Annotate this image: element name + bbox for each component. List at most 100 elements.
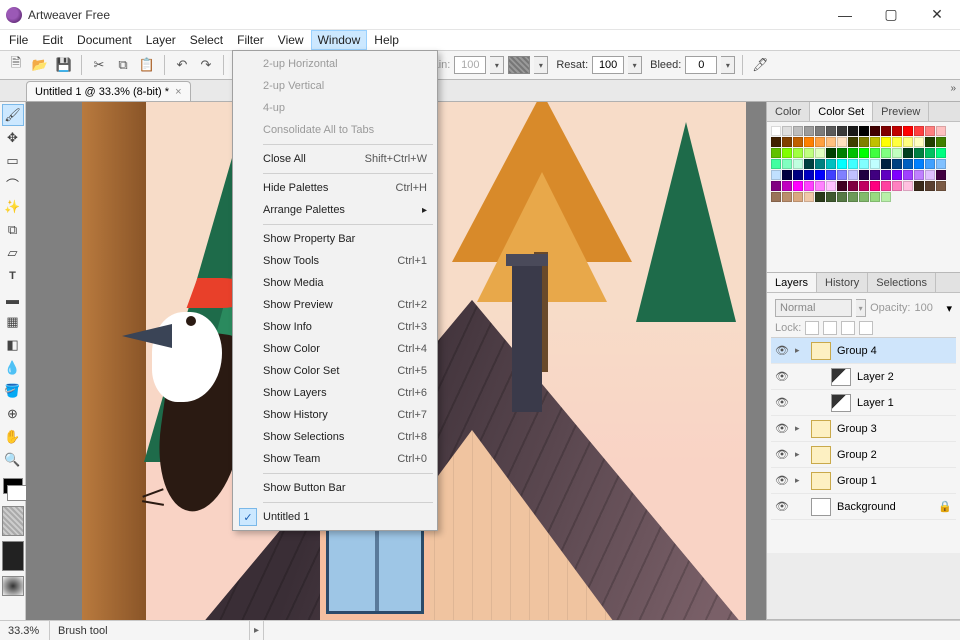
color-swatch[interactable] bbox=[892, 148, 902, 158]
color-swatch[interactable] bbox=[804, 126, 814, 136]
layer-row[interactable]: 👁▸Group 1 bbox=[771, 468, 956, 494]
lasso-tool[interactable]: ⌒ bbox=[2, 173, 24, 195]
tab-color[interactable]: Color bbox=[767, 102, 810, 121]
color-swatch[interactable] bbox=[892, 181, 902, 191]
cut-button[interactable]: ✂ bbox=[89, 55, 109, 75]
move-tool[interactable]: ✥ bbox=[2, 127, 24, 149]
color-swatch[interactable] bbox=[870, 137, 880, 147]
menu-item-show-history[interactable]: Show HistoryCtrl+7 bbox=[235, 404, 435, 426]
color-swatch[interactable] bbox=[914, 170, 924, 180]
layer-opacity-value[interactable]: 100 bbox=[914, 302, 942, 314]
visibility-toggle[interactable]: 👁 bbox=[775, 500, 789, 513]
pattern-preset-swatch[interactable] bbox=[2, 576, 24, 596]
color-swatch[interactable] bbox=[771, 148, 781, 158]
color-swatch[interactable] bbox=[925, 137, 935, 147]
color-swatch[interactable] bbox=[826, 170, 836, 180]
color-swatch[interactable] bbox=[892, 159, 902, 169]
menu-item-show-tools[interactable]: Show ToolsCtrl+1 bbox=[235, 250, 435, 272]
brush-tool[interactable]: 🖌 bbox=[2, 104, 24, 126]
color-swatch[interactable] bbox=[815, 126, 825, 136]
color-swatch[interactable] bbox=[848, 192, 858, 202]
color-swatch[interactable] bbox=[793, 181, 803, 191]
menu-item-show-info[interactable]: Show InfoCtrl+3 bbox=[235, 316, 435, 338]
color-swatch[interactable] bbox=[793, 148, 803, 158]
color-swatch[interactable] bbox=[892, 126, 902, 136]
text-tool[interactable]: T bbox=[2, 265, 24, 287]
color-swatch[interactable] bbox=[870, 192, 880, 202]
color-swatch[interactable] bbox=[903, 181, 913, 191]
tab-selections[interactable]: Selections bbox=[868, 273, 936, 292]
resat-dropdown[interactable]: ▾ bbox=[628, 56, 642, 74]
color-swatch[interactable] bbox=[903, 126, 913, 136]
tab-preview[interactable]: Preview bbox=[873, 102, 929, 121]
layer-row[interactable]: 👁▸Group 4 bbox=[771, 338, 956, 364]
color-swatch[interactable] bbox=[936, 170, 946, 180]
color-swatch[interactable] bbox=[793, 170, 803, 180]
expand-toggle[interactable]: ▸ bbox=[795, 345, 805, 356]
menu-item-show-selections[interactable]: Show SelectionsCtrl+8 bbox=[235, 426, 435, 448]
crop-tool[interactable]: ⧉ bbox=[2, 219, 24, 241]
layer-row[interactable]: 👁Layer 2 bbox=[771, 364, 956, 390]
shape-tool[interactable]: ▬ bbox=[2, 288, 24, 310]
visibility-toggle[interactable]: 👁 bbox=[775, 396, 789, 409]
color-swatch[interactable] bbox=[859, 170, 869, 180]
color-swatch[interactable] bbox=[925, 159, 935, 169]
color-swatch[interactable] bbox=[782, 137, 792, 147]
menu-filter[interactable]: Filter bbox=[230, 30, 271, 50]
color-swatch[interactable] bbox=[925, 170, 935, 180]
color-swatch[interactable] bbox=[870, 181, 880, 191]
layer-row[interactable]: 👁▸Group 2 bbox=[771, 442, 956, 468]
minimize-button[interactable]: — bbox=[822, 0, 868, 30]
color-swatch[interactable] bbox=[793, 126, 803, 136]
tab-color-set[interactable]: Color Set bbox=[810, 102, 873, 121]
color-swatch[interactable] bbox=[804, 181, 814, 191]
menu-item-show-preview[interactable]: Show PreviewCtrl+2 bbox=[235, 294, 435, 316]
menu-layer[interactable]: Layer bbox=[139, 30, 183, 50]
color-swatch[interactable] bbox=[859, 137, 869, 147]
color-swatch[interactable] bbox=[815, 170, 825, 180]
color-swatch[interactable] bbox=[859, 126, 869, 136]
save-file-button[interactable]: 💾 bbox=[54, 55, 74, 75]
color-swatch[interactable] bbox=[793, 137, 803, 147]
menu-item-show-button-bar[interactable]: Show Button Bar bbox=[235, 477, 435, 499]
zoom-tool[interactable]: 🔍 bbox=[2, 449, 24, 471]
color-swatch[interactable] bbox=[870, 148, 880, 158]
blend-mode-select[interactable]: Normal bbox=[775, 299, 852, 317]
color-swatch[interactable] bbox=[914, 181, 924, 191]
color-swatch[interactable] bbox=[826, 181, 836, 191]
color-swatch[interactable] bbox=[826, 126, 836, 136]
color-swatch[interactable] bbox=[848, 170, 858, 180]
visibility-toggle[interactable]: 👁 bbox=[775, 422, 789, 435]
color-swatch[interactable] bbox=[826, 148, 836, 158]
magic-wand-tool[interactable]: ✨ bbox=[2, 196, 24, 218]
hand-tool[interactable]: ✋ bbox=[2, 426, 24, 448]
color-swatch[interactable] bbox=[848, 126, 858, 136]
color-swatch[interactable] bbox=[782, 170, 792, 180]
paste-button[interactable]: 📋 bbox=[137, 55, 157, 75]
color-swatch[interactable] bbox=[815, 192, 825, 202]
color-swatch[interactable] bbox=[782, 126, 792, 136]
expand-toggle[interactable]: ▸ bbox=[795, 423, 805, 434]
tab-layers[interactable]: Layers bbox=[767, 273, 817, 292]
blend-mode-dropdown-icon[interactable]: ▾ bbox=[856, 299, 866, 317]
perspective-tool[interactable]: ▱ bbox=[2, 242, 24, 264]
color-swatch[interactable] bbox=[837, 181, 847, 191]
resat-value[interactable]: 100 bbox=[592, 56, 624, 74]
color-swatch[interactable] bbox=[782, 181, 792, 191]
color-swatch[interactable] bbox=[870, 159, 880, 169]
color-swatch[interactable] bbox=[815, 148, 825, 158]
fill-tool[interactable]: 🪣 bbox=[2, 380, 24, 402]
redo-button[interactable]: ↷ bbox=[196, 55, 216, 75]
color-swatch[interactable] bbox=[925, 126, 935, 136]
color-swatch[interactable] bbox=[859, 192, 869, 202]
color-swatch[interactable] bbox=[848, 159, 858, 169]
layer-row[interactable]: 👁Layer 1 bbox=[771, 390, 956, 416]
color-swatch[interactable] bbox=[903, 137, 913, 147]
color-swatch[interactable] bbox=[826, 159, 836, 169]
expand-toggle[interactable]: ▸ bbox=[795, 449, 805, 460]
color-swatch[interactable] bbox=[771, 126, 781, 136]
color-swatch[interactable] bbox=[782, 159, 792, 169]
close-button[interactable]: ✕ bbox=[914, 0, 960, 30]
color-swatch[interactable] bbox=[936, 126, 946, 136]
selection-tool[interactable]: ▭ bbox=[2, 150, 24, 172]
